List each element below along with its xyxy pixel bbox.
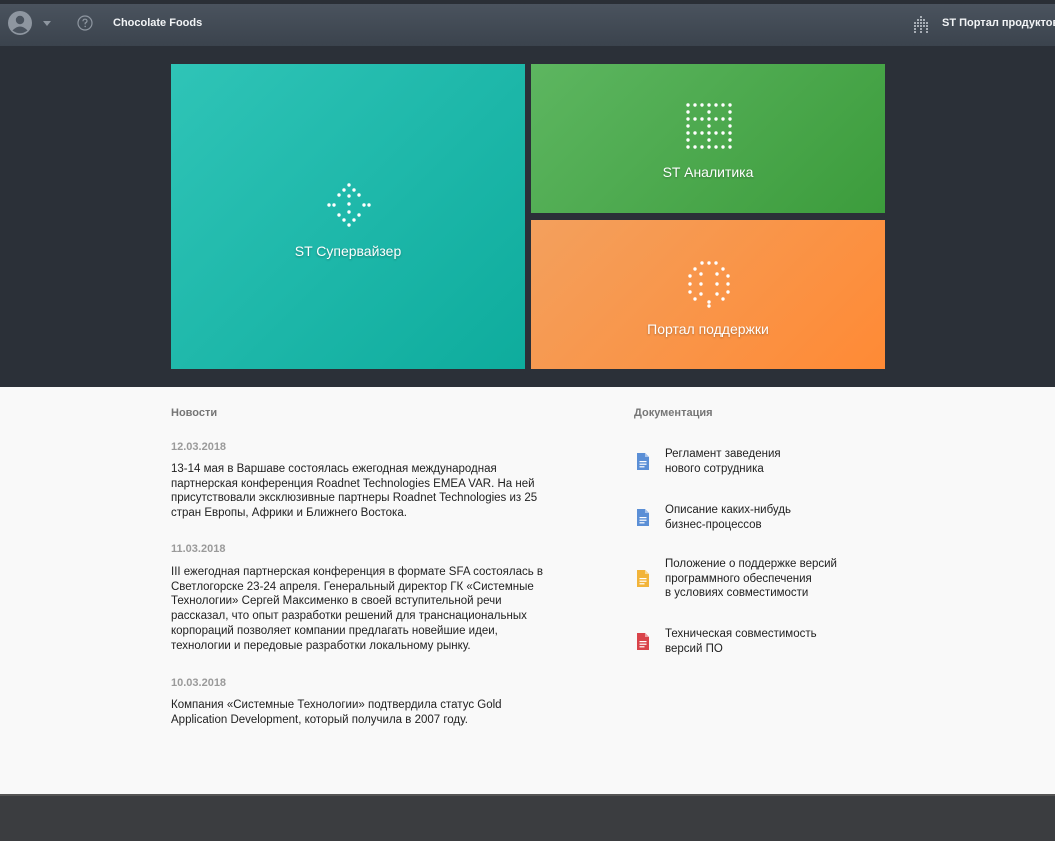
- docs-section-title: Документация: [634, 407, 713, 419]
- chevron-down-icon[interactable]: [43, 21, 51, 26]
- news-text: Компания «Системные Технологии» подтверд…: [171, 699, 502, 726]
- document-icon: [637, 633, 649, 650]
- news-date: 10.03.2018: [171, 677, 227, 689]
- company-name: Chocolate Foods: [113, 17, 203, 29]
- news-section-title: Новости: [171, 407, 218, 419]
- doc-label: Описание каких-нибудь бизнес-процессов: [665, 504, 792, 531]
- doc-label: Техническая совместимость версий ПО: [665, 628, 817, 655]
- tile-support-portal-label: Портал поддержки: [647, 321, 769, 337]
- news-date: 11.03.2018: [171, 543, 226, 555]
- support-dots-icon: [688, 261, 730, 308]
- doc-item[interactable]: Регламент заведения нового сотрудника: [634, 447, 874, 479]
- top-bar: Chocolate Foods ST Портал продуктов: [0, 0, 1055, 46]
- tile-st-supervisor[interactable]: ST Супервайзер: [171, 64, 525, 369]
- doc-label: Регламент заведения нового сотрудника: [665, 448, 781, 475]
- doc-item[interactable]: Техническая совместимость версий ПО: [634, 627, 874, 659]
- portal-title: ST Портал продуктов: [942, 17, 1055, 29]
- tile-st-supervisor-label: ST Супервайзер: [294, 243, 402, 259]
- user-avatar-icon[interactable]: [8, 11, 32, 35]
- content-area: Новости 12.03.2018 13-14 мая в Варшаве с…: [0, 387, 1055, 794]
- product-tiles-area: ST Супервайзер ST Аналитика Портал подде…: [0, 46, 1055, 387]
- document-icon: [637, 570, 649, 587]
- tile-st-analytics-label: ST Аналитика: [662, 164, 754, 180]
- footer: [0, 794, 1055, 841]
- supervisor-dots-icon: [327, 183, 371, 227]
- news-text: 13-14 мая в Варшаве состоялась ежегодная…: [171, 463, 538, 520]
- analytics-dots-icon: [686, 103, 732, 149]
- dot-grid-logo-icon: [914, 16, 928, 33]
- tile-st-analytics[interactable]: ST Аналитика: [531, 64, 885, 213]
- help-icon[interactable]: [77, 15, 93, 31]
- doc-label: Положение о поддержке версий программног…: [665, 558, 837, 600]
- news-text: III ежегодная партнерская конференция в …: [171, 566, 544, 652]
- doc-item[interactable]: Положение о поддержке версий программног…: [634, 557, 874, 603]
- doc-item[interactable]: Описание каких-нибудь бизнес-процессов: [634, 503, 874, 535]
- document-icon: [637, 509, 649, 526]
- news-date: 12.03.2018: [171, 441, 227, 453]
- tile-support-portal[interactable]: Портал поддержки: [531, 220, 885, 369]
- document-icon: [637, 453, 649, 470]
